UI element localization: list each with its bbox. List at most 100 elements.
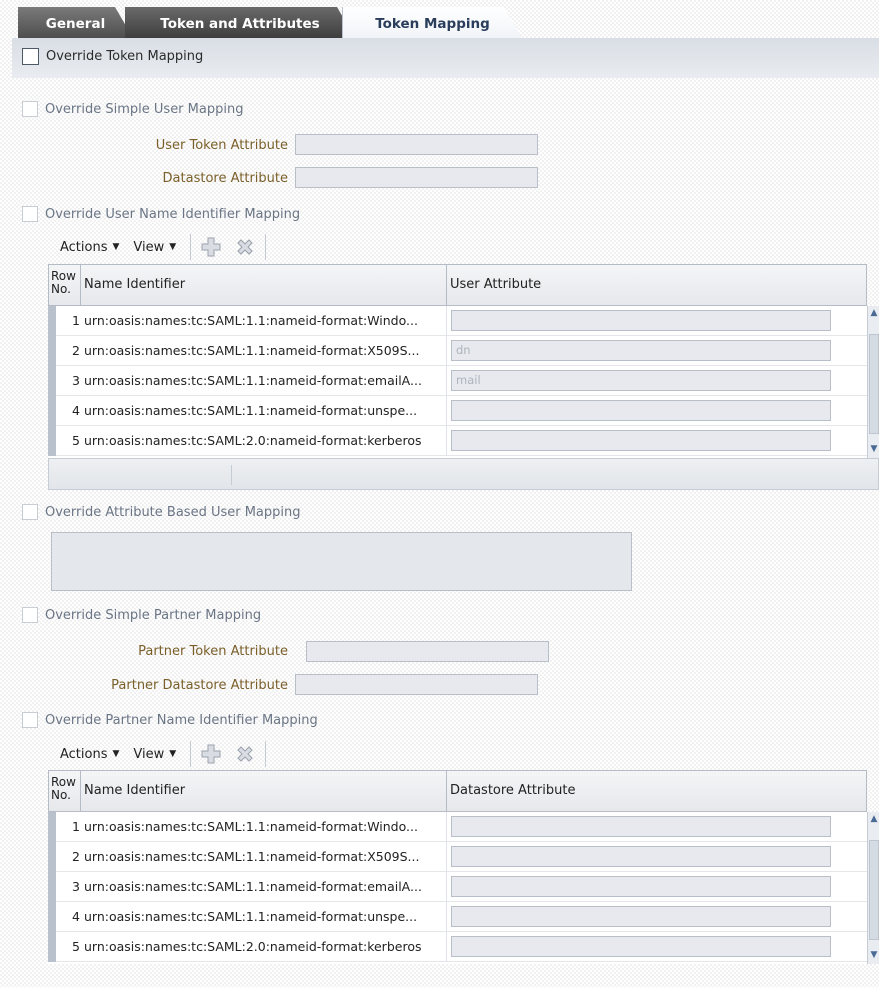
row-number: 3 <box>72 879 80 894</box>
row-selector[interactable] <box>48 396 56 426</box>
cell-divider <box>446 336 447 366</box>
row-selector[interactable] <box>48 902 56 932</box>
partner-token-attribute-input[interactable] <box>306 641 549 662</box>
tab-bar: General Token and Attributes Token Mappi… <box>0 0 879 38</box>
override-simple-partner-mapping-checkbox[interactable] <box>22 607 38 623</box>
name-identifier-cell: urn:oasis:names:tc:SAML:1.1:nameid-forma… <box>84 403 418 418</box>
name-identifier-cell: urn:oasis:names:tc:SAML:1.1:nameid-forma… <box>84 819 418 834</box>
user-token-attribute-input[interactable] <box>295 134 538 155</box>
override-user-name-identifier-mapping-label: Override User Name Identifier Mapping <box>45 206 301 222</box>
override-partner-name-identifier-mapping-checkbox[interactable] <box>22 712 38 728</box>
datastore-attribute-input[interactable] <box>451 816 831 837</box>
override-attribute-based-user-mapping-checkbox[interactable] <box>22 504 38 520</box>
view-menu[interactable]: View ▼ <box>133 747 176 762</box>
partner-datastore-attribute-input[interactable] <box>295 674 538 695</box>
table-row[interactable]: 5 urn:oasis:names:tc:SAML:2.0:nameid-for… <box>48 426 867 456</box>
override-attribute-based-user-mapping-label: Override Attribute Based User Mapping <box>45 504 301 520</box>
table-header: Row No. Name Identifier User Attribute <box>48 264 867 306</box>
user-attribute-input[interactable] <box>451 400 831 421</box>
actions-menu[interactable]: Actions ▼ <box>60 240 119 255</box>
override-simple-user-mapping-row: Override Simple User Mapping <box>22 101 243 117</box>
column-header-datastore-attribute[interactable]: Datastore Attribute <box>447 771 867 811</box>
user-attribute-input[interactable]: mail <box>451 370 831 391</box>
row-selector[interactable] <box>48 366 56 396</box>
override-simple-partner-mapping-row: Override Simple Partner Mapping <box>22 607 261 623</box>
table-row[interactable]: 2 urn:oasis:names:tc:SAML:1.1:nameid-for… <box>48 336 867 366</box>
table-row[interactable]: 1 urn:oasis:names:tc:SAML:1.1:nameid-for… <box>48 306 867 336</box>
scroll-thumb[interactable] <box>869 334 879 434</box>
row-number: 2 <box>72 343 80 358</box>
scroll-thumb[interactable] <box>869 840 879 940</box>
chevron-down-icon: ▼ <box>112 242 120 252</box>
chevron-down-icon: ▼ <box>169 242 177 252</box>
row-selector[interactable] <box>48 336 56 366</box>
cell-divider <box>446 812 447 842</box>
tab-token-and-attributes[interactable]: Token and Attributes <box>125 7 355 38</box>
table-row[interactable]: 2 urn:oasis:names:tc:SAML:1.1:nameid-for… <box>48 842 867 872</box>
user-attribute-input[interactable]: dn <box>451 340 831 361</box>
override-token-mapping-row: Override Token Mapping <box>22 48 203 65</box>
user-mapping-toolbar: Actions ▼ View ▼ <box>60 233 272 261</box>
user-attribute-input[interactable] <box>451 430 831 451</box>
chevron-down-icon: ▼ <box>169 749 177 759</box>
scroll-down-icon[interactable]: ▼ <box>869 444 879 454</box>
table-row[interactable]: 4 urn:oasis:names:tc:SAML:1.1:nameid-for… <box>48 902 867 932</box>
table-row[interactable]: 4 urn:oasis:names:tc:SAML:1.1:nameid-for… <box>48 396 867 426</box>
vertical-scrollbar[interactable]: ▲ ▼ <box>867 306 879 458</box>
add-icon[interactable] <box>197 740 225 768</box>
actions-menu[interactable]: Actions ▼ <box>60 747 119 762</box>
override-user-name-identifier-mapping-checkbox[interactable] <box>22 206 38 222</box>
toolbar-separator <box>190 741 192 767</box>
column-header-user-attribute[interactable]: User Attribute <box>447 265 867 305</box>
tab-general[interactable]: General <box>18 7 133 38</box>
datastore-attribute-input[interactable] <box>295 167 538 188</box>
row-number: 2 <box>72 849 80 864</box>
view-menu-label: View <box>133 746 165 762</box>
delete-icon[interactable] <box>231 233 259 261</box>
table-row[interactable]: 5 urn:oasis:names:tc:SAML:2.0:nameid-for… <box>48 932 867 962</box>
table-row[interactable]: 3 urn:oasis:names:tc:SAML:1.1:nameid-for… <box>48 872 867 902</box>
delete-icon[interactable] <box>231 740 259 768</box>
datastore-attribute-input[interactable] <box>451 906 831 927</box>
chevron-down-icon: ▼ <box>112 749 120 759</box>
partner-datastore-attribute-label: Partner Datastore Attribute <box>111 678 288 693</box>
tab-token-mapping[interactable]: Token Mapping <box>342 7 522 38</box>
row-selector[interactable] <box>48 932 56 962</box>
row-selector[interactable] <box>48 426 56 456</box>
override-simple-user-mapping-checkbox[interactable] <box>22 101 38 117</box>
table-row[interactable]: 1 urn:oasis:names:tc:SAML:1.1:nameid-for… <box>48 812 867 842</box>
row-number: 5 <box>72 939 80 954</box>
cell-divider <box>446 902 447 932</box>
actions-menu-label: Actions <box>60 239 108 255</box>
table-row[interactable]: 3 urn:oasis:names:tc:SAML:1.1:nameid-for… <box>48 366 867 396</box>
view-menu[interactable]: View ▼ <box>133 240 176 255</box>
row-number: 5 <box>72 433 80 448</box>
row-number: 1 <box>72 313 80 328</box>
column-header-name-identifier[interactable]: Name Identifier <box>81 265 447 305</box>
datastore-attribute-input[interactable] <box>451 876 831 897</box>
cell-divider <box>446 366 447 396</box>
override-token-mapping-checkbox[interactable] <box>22 48 39 65</box>
row-selector[interactable] <box>48 842 56 872</box>
datastore-attribute-input[interactable] <box>451 846 831 867</box>
row-selector[interactable] <box>48 872 56 902</box>
row-selector[interactable] <box>48 812 56 842</box>
row-selector[interactable] <box>48 306 56 336</box>
toolbar-separator <box>190 234 192 260</box>
scroll-up-icon[interactable]: ▲ <box>869 814 879 824</box>
vertical-scrollbar[interactable]: ▲ ▼ <box>867 812 879 964</box>
partner-mapping-toolbar: Actions ▼ View ▼ <box>60 740 272 768</box>
row-number: 1 <box>72 819 80 834</box>
datastore-attribute-input[interactable] <box>451 936 831 957</box>
add-icon[interactable] <box>197 233 225 261</box>
name-identifier-cell: urn:oasis:names:tc:SAML:1.1:nameid-forma… <box>84 849 420 864</box>
column-header-name-identifier[interactable]: Name Identifier <box>81 771 447 811</box>
override-partner-name-identifier-mapping-label: Override Partner Name Identifier Mapping <box>45 712 318 728</box>
table-body: 1 urn:oasis:names:tc:SAML:1.1:nameid-for… <box>48 812 867 964</box>
scroll-up-icon[interactable]: ▲ <box>869 308 879 318</box>
scroll-down-icon[interactable]: ▼ <box>869 950 879 960</box>
cell-divider <box>446 306 447 336</box>
attribute-based-user-mapping-textarea[interactable] <box>51 532 632 591</box>
user-attribute-input[interactable] <box>451 310 831 331</box>
footer-divider <box>231 465 232 485</box>
